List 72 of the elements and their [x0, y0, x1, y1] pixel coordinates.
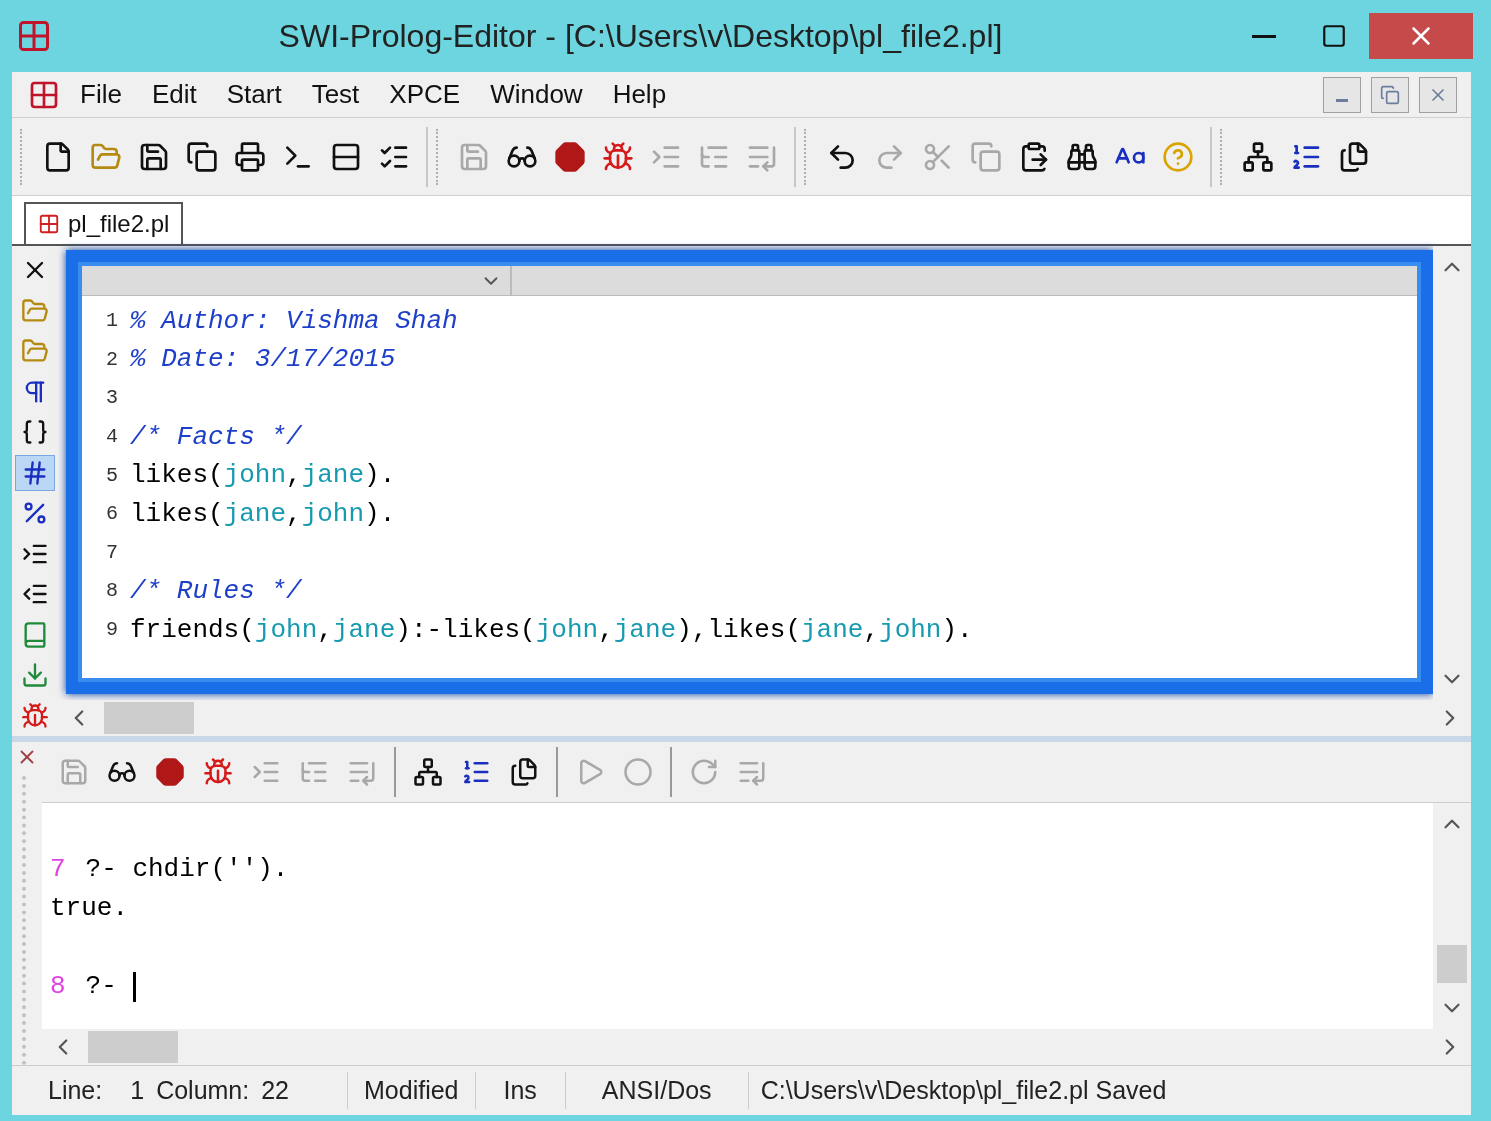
menu-item[interactable]: Test — [301, 75, 370, 114]
menu-item[interactable]: XPCE — [379, 75, 471, 114]
mdi-minimize-button[interactable] — [1323, 76, 1361, 113]
code-atom: john — [223, 459, 287, 493]
menu-item[interactable]: Help — [602, 75, 677, 114]
code-text: , — [286, 497, 302, 531]
code-text: friends( — [130, 613, 255, 647]
code-atom: john — [301, 497, 365, 531]
menu-item[interactable]: File — [70, 75, 132, 114]
code-text: , — [863, 613, 880, 647]
status-text: Line: — [48, 1074, 103, 1106]
line-number: 7 — [105, 539, 119, 566]
hash-icon[interactable] — [15, 454, 55, 492]
app-icon — [16, 18, 52, 54]
code-comment: % Date: 3/17/2015 — [130, 343, 396, 377]
vertical-scrollbar[interactable] — [1433, 803, 1471, 1029]
query-number: 8 — [50, 970, 66, 1003]
console-text: true. — [50, 892, 128, 925]
code-text: ),likes( — [676, 613, 801, 647]
console-prompt: ?- — [85, 970, 117, 1003]
line-number: 9 — [105, 617, 119, 644]
mdi-restore-button[interactable] — [1371, 76, 1409, 113]
status-text: Column: — [156, 1074, 250, 1106]
code-text: , — [317, 613, 333, 647]
code-atom: jane — [801, 613, 864, 647]
code-atom: jane — [613, 613, 677, 647]
code-atom: jane — [301, 459, 365, 493]
code-comment: % Author: Vishma Shah — [130, 304, 458, 338]
line-number: 2 — [105, 346, 119, 373]
status-text: 22 — [261, 1074, 290, 1106]
code-atom: jane — [332, 613, 396, 647]
code-atom: john — [879, 613, 942, 647]
file-icon — [38, 213, 60, 235]
code-text: ):-likes( — [395, 613, 536, 647]
scrollbar-thumb[interactable] — [88, 1031, 178, 1063]
line-number: 5 — [105, 462, 119, 489]
status-text: Ins — [475, 1071, 566, 1110]
code-text: likes( — [130, 497, 224, 531]
maximize-icon — [1321, 23, 1347, 49]
minimize-icon — [1252, 34, 1276, 38]
scrollbar-thumb[interactable] — [104, 702, 194, 734]
code-text: , — [286, 459, 302, 493]
code-text: ). — [364, 459, 396, 493]
code-text: likes( — [130, 459, 224, 493]
restore-icon — [1380, 84, 1400, 105]
console-text: ?- chdir(''). — [85, 853, 289, 886]
code-comment: /* Rules */ — [130, 574, 302, 608]
code-atom: jane — [223, 497, 287, 531]
code-atom: john — [254, 613, 318, 647]
window-title: SWI-Prolog-Editor - [C:\Users\v\Desktop\pl_file2.pl] — [277, 17, 1004, 56]
status-text: Modified — [348, 1071, 476, 1110]
status-text: 1 — [130, 1074, 145, 1106]
status-text: C:\Users\v\Desktop\pl_file2.pl Saved — [759, 1074, 1168, 1106]
query-number: 7 — [50, 853, 66, 886]
file-tab[interactable]: pl_file2.pl — [24, 202, 184, 244]
minimize-icon — [1336, 98, 1348, 102]
menu-item[interactable]: Window — [480, 75, 593, 114]
text-cursor — [132, 971, 136, 1002]
code-comment: /* Facts */ — [130, 420, 302, 454]
code-text: ). — [941, 613, 973, 647]
line-number: 8 — [105, 578, 119, 605]
line-number: 1 — [105, 308, 119, 335]
scrollbar-thumb[interactable] — [1437, 945, 1467, 983]
line-number: 6 — [105, 501, 119, 528]
status-text: ANSI/Dos — [565, 1071, 749, 1110]
line-number: 4 — [105, 424, 119, 451]
code-text: , — [598, 613, 614, 647]
menu-item[interactable]: Start — [216, 75, 292, 114]
code-text: ). — [364, 497, 396, 531]
menu-item[interactable]: Edit — [141, 75, 207, 114]
line-number: 3 — [105, 385, 119, 412]
code-atom: john — [535, 613, 599, 647]
